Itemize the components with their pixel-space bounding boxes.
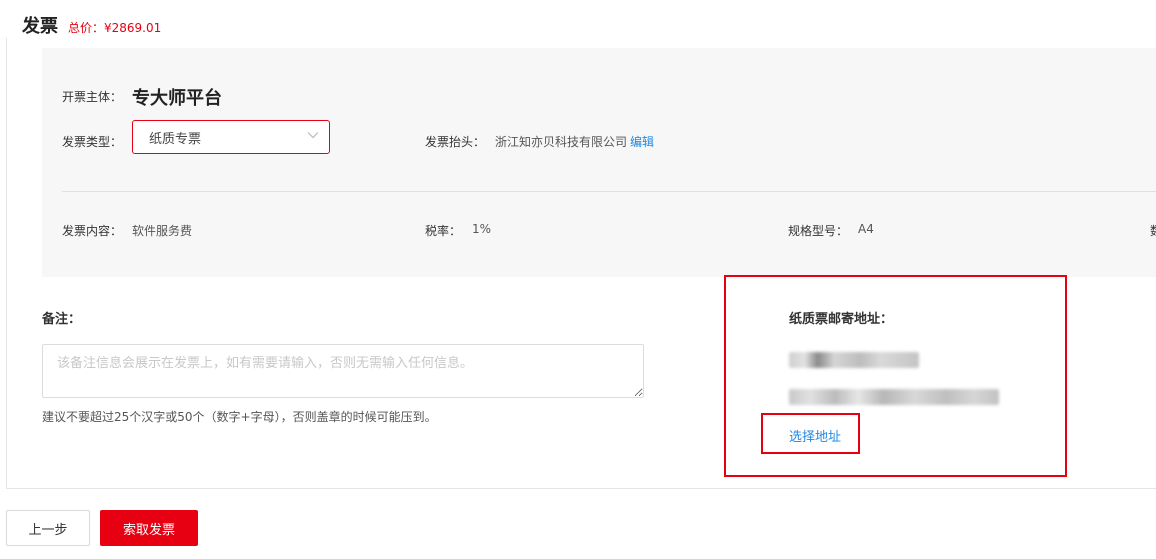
edit-title-link[interactable]: 编辑 — [630, 133, 654, 150]
total-price: 总价：¥2869.01 — [68, 21, 162, 35]
panel-divider — [62, 191, 1156, 192]
prev-step-button[interactable]: 上一步 — [6, 510, 90, 546]
invoice-title-value: 浙江知亦贝科技有限公司 — [495, 135, 628, 149]
tax-rate-value: 1% — [472, 222, 492, 236]
spec-model-label: 规格型号： — [788, 224, 849, 238]
request-invoice-button[interactable]: 索取发票 — [100, 510, 198, 546]
entity-label: 开票主体： — [62, 90, 123, 104]
spec-model-value: A4 — [858, 222, 874, 236]
blurred-recipient-line — [789, 352, 919, 368]
remark-hint: 建议不要超过25个汉字或50个（数字+字母），否则盖章的时候可能压到。 — [42, 410, 437, 424]
blurred-address-line — [789, 389, 999, 405]
partial-column-label: 数 — [1150, 222, 1156, 239]
invoice-header: 发票 总价：¥2869.01 — [22, 12, 161, 38]
invoice-title-label: 发票抬头： — [425, 135, 486, 149]
invoice-content-label: 发票内容： — [62, 224, 123, 238]
invoice-type-select[interactable]: 纸质专票 — [132, 120, 330, 154]
address-title: 纸质票邮寄地址： — [789, 312, 894, 327]
invoice-type-label: 发票类型： — [62, 135, 123, 149]
remark-textarea[interactable] — [42, 344, 644, 398]
tax-rate-label: 税率： — [425, 224, 462, 238]
remark-label: 备注： — [42, 312, 82, 327]
invoice-type-value: 纸质专票 — [149, 131, 202, 147]
invoice-content-value: 软件服务费 — [132, 224, 193, 238]
invoice-info-panel: 开票主体： 专大师平台 发票类型： 纸质专票 发票抬头： 浙江知亦贝科技有限公司… — [42, 48, 1156, 277]
entity-value: 专大师平台 — [132, 88, 222, 109]
select-address-link[interactable]: 选择地址 — [789, 426, 841, 445]
chevron-down-icon — [307, 132, 319, 139]
page-title: 发票 — [22, 16, 58, 37]
